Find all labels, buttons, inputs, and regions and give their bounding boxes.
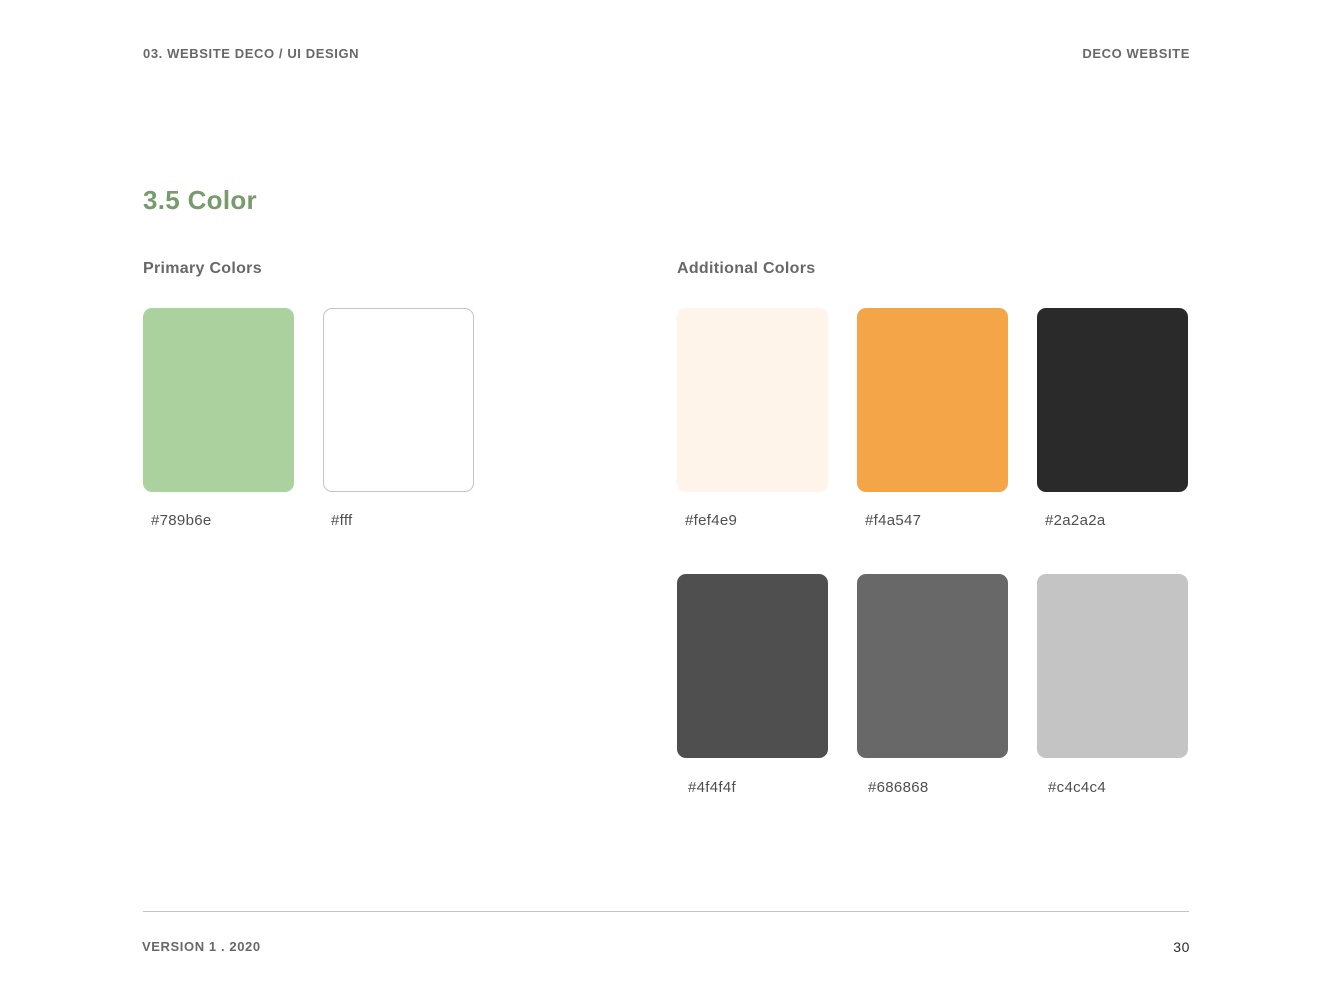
color-swatch-label: #f4a547 <box>865 512 922 529</box>
footer-version: VERSION 1 . 2020 <box>142 939 261 954</box>
footer-divider <box>143 911 1189 912</box>
color-swatch-label: #fef4e9 <box>685 512 738 529</box>
section-title: 3.5 Color <box>143 185 257 215</box>
page-number: 30 <box>1173 939 1190 955</box>
header-section-label: 03. WEBSITE DECO / UI DESIGN <box>143 46 360 61</box>
color-swatch <box>323 308 474 492</box>
color-swatch <box>677 574 828 758</box>
color-swatch <box>677 308 828 492</box>
color-swatch-label: #fff <box>331 512 353 529</box>
color-swatch-label: #c4c4c4 <box>1048 779 1106 796</box>
color-swatch <box>1037 574 1188 758</box>
primary-colors-title: Primary Colors <box>143 260 262 277</box>
color-swatch <box>1037 308 1188 492</box>
color-swatch <box>143 308 294 492</box>
color-swatch-label: #2a2a2a <box>1045 512 1106 529</box>
color-swatch <box>857 574 1008 758</box>
additional-colors-title: Additional Colors <box>677 260 816 277</box>
header-project-label: DECO WEBSITE <box>1082 46 1190 61</box>
color-swatch-label: #686868 <box>868 779 929 796</box>
color-swatch <box>857 308 1008 492</box>
color-swatch-label: #4f4f4f <box>688 779 736 796</box>
color-swatch-label: #789b6e <box>151 512 212 529</box>
